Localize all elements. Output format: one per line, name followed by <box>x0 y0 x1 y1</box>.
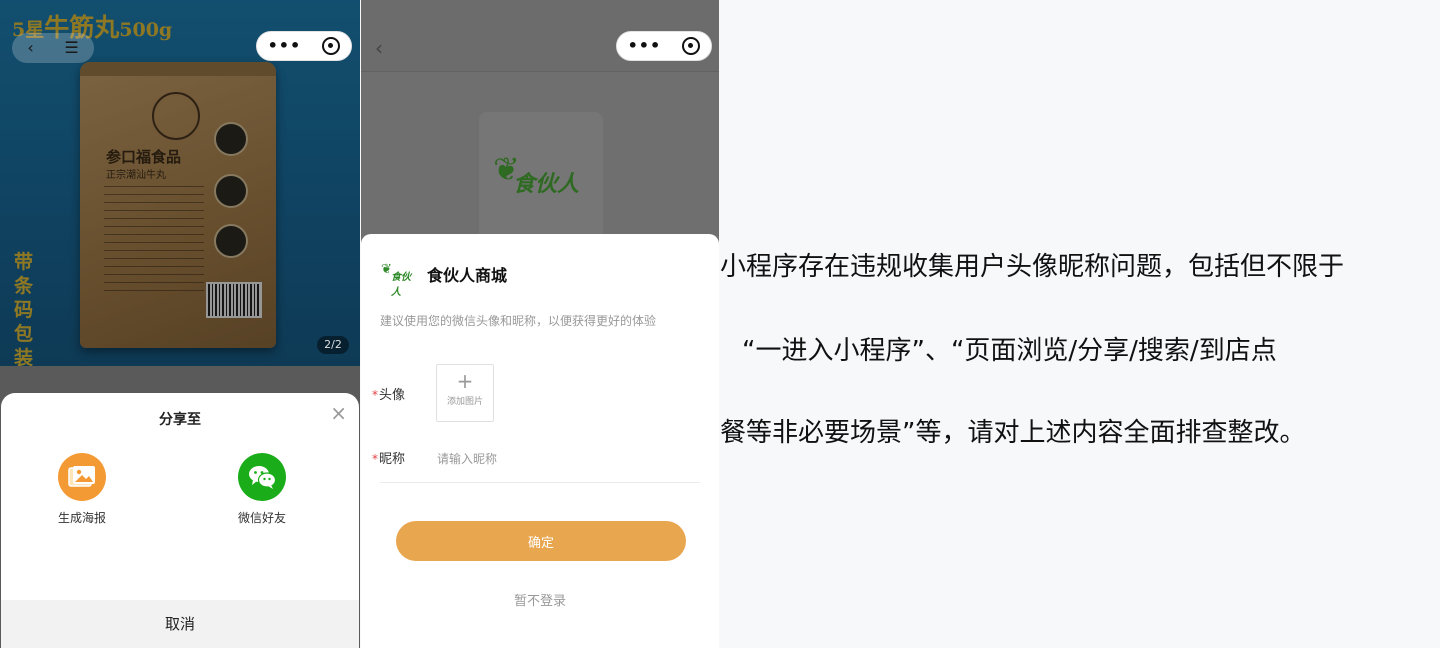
brand-logo-card: ❦ 食伙人 <box>479 112 603 240</box>
brand-logo-text: 食伙人 <box>513 172 580 197</box>
share-sheet: 分享至 × 生成海报 微信好友 取消 <box>1 393 359 648</box>
miniprogram-capsule: ••• <box>256 31 352 61</box>
login-screen: ‹ ❦ 食伙人 ❦ 食伙人 食伙人商城 建议使用您的微信头像和昵称，以便获得更好… <box>361 0 719 648</box>
wechat-icon <box>238 453 286 501</box>
app-name: 食伙人商城 <box>427 266 508 285</box>
login-dialog: ❦ 食伙人 食伙人商城 建议使用您的微信头像和昵称，以便获得更好的体验 *头像 … <box>361 234 719 648</box>
share-option-label: 生成海报 <box>57 511 106 525</box>
required-mark: * <box>372 452 378 466</box>
back-icon[interactable]: ‹ <box>27 40 33 56</box>
avatar-field-label: *头像 <box>372 384 405 403</box>
confirm-button[interactable]: 确定 <box>396 521 686 561</box>
plus-icon: + <box>456 369 474 393</box>
nickname-underline <box>380 482 700 483</box>
notice-line-2: “一进入小程序”、“页面浏览/分享/搜索/到店点 <box>742 336 1277 366</box>
product-share-screen: 参口福食品 正宗潮汕牛丸 5星牛筋丸500g 带条码包装 2/2 ‹ ☰ •••… <box>0 0 360 648</box>
login-description: 建议使用您的微信头像和昵称，以便获得更好的体验 <box>380 314 657 328</box>
cancel-button[interactable]: 取消 <box>1 600 359 648</box>
poster-icon <box>58 453 106 501</box>
close-miniprogram-icon[interactable] <box>682 37 701 55</box>
more-icon[interactable]: ••• <box>628 38 662 54</box>
image-page-indicator: 2/2 <box>317 336 349 354</box>
share-option-wechat[interactable]: 微信好友 <box>217 453 307 526</box>
nickname-input[interactable] <box>437 448 687 470</box>
nickname-label: 昵称 <box>379 452 406 467</box>
close-miniprogram-icon[interactable] <box>322 37 341 55</box>
app-logo-icon: ❦ 食伙人 <box>381 262 413 298</box>
share-option-poster[interactable]: 生成海报 <box>37 453 127 526</box>
miniprogram-capsule: ••• <box>616 31 712 61</box>
more-icon[interactable]: ••• <box>268 38 302 54</box>
share-sheet-title: 分享至 <box>159 412 201 428</box>
avatar-label: 头像 <box>379 388 406 403</box>
back-icon[interactable]: ‹ <box>375 36 383 60</box>
required-mark: * <box>372 388 378 402</box>
skip-login-link[interactable]: 暂不登录 <box>361 590 719 609</box>
nav-capsule-left: ‹ ☰ <box>12 33 94 63</box>
share-option-label: 微信好友 <box>237 511 286 525</box>
avatar-upload[interactable]: + 添加图片 <box>436 364 494 422</box>
notice-line-1: 小程序存在违规收集用户头像昵称问题，包括但不限于 <box>720 252 1345 282</box>
screenshot-stage: 参口福食品 正宗潮汕牛丸 5星牛筋丸500g 带条码包装 2/2 ‹ ☰ •••… <box>0 0 1440 648</box>
close-icon[interactable]: × <box>330 403 347 423</box>
mini-logo-text: 食伙人 <box>391 272 411 298</box>
notice-line-3: 餐等非必要场景”等，请对上述内容全面排查整改。 <box>720 418 1306 448</box>
avatar-upload-label: 添加图片 <box>446 397 483 407</box>
nickname-field-label: *昵称 <box>372 448 405 467</box>
menu-icon[interactable]: ☰ <box>64 40 78 56</box>
